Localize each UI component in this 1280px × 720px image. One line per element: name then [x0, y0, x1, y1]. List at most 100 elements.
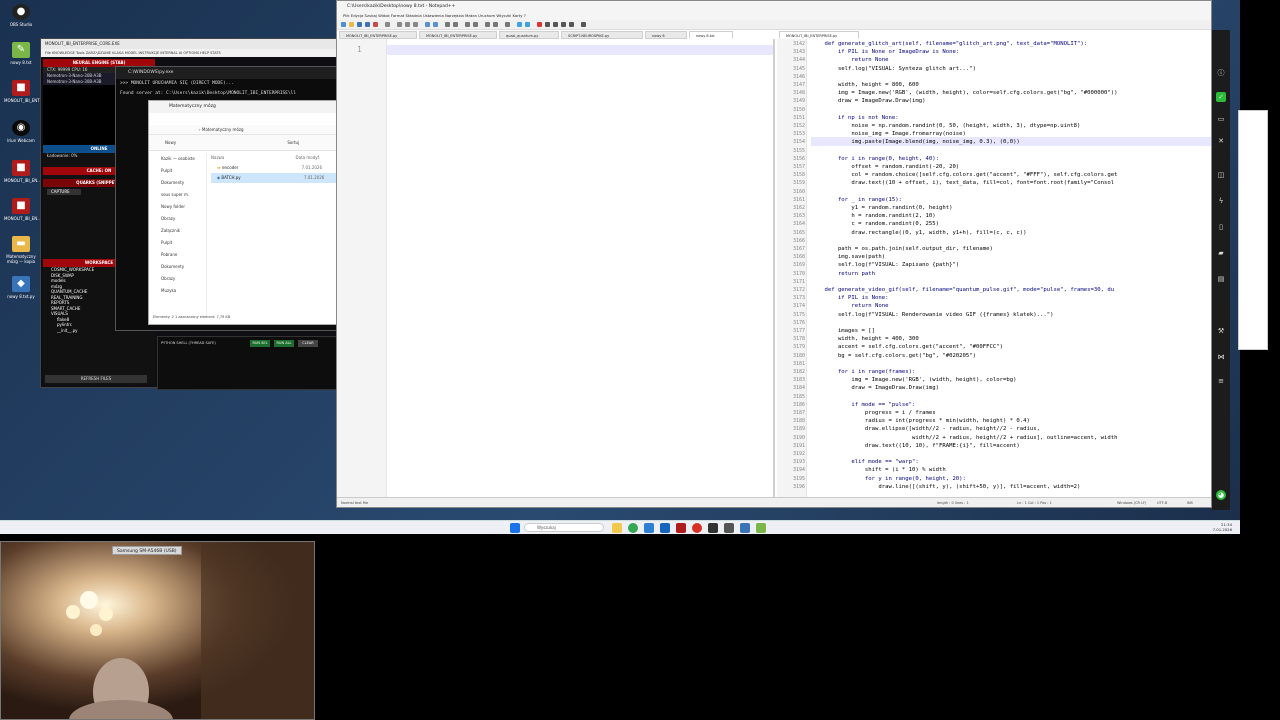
file-row[interactable]: ◆ BATCH.py 7.01.2026	[211, 173, 337, 183]
opera-taskbar-icon[interactable]	[692, 523, 702, 533]
explorer-breadcrumb[interactable]: › Matematyczny mózg	[149, 125, 339, 135]
nav-item[interactable]: Pulpit	[149, 165, 206, 177]
check-icon[interactable]: ✓	[1216, 92, 1226, 102]
monolit-shortcut-2[interactable]: ■ MONOLIT_IBI_EN...	[4, 160, 41, 183]
line-number-gutter: 1	[337, 39, 387, 497]
store-taskbar-icon[interactable]	[644, 523, 654, 533]
matematyczny-mozg-shortcut[interactable]: ▬ Matematyczny mózg — kopia	[4, 236, 38, 264]
nav-item[interactable]: Dokumenty	[149, 177, 206, 189]
col-date[interactable]: Data modyf.	[296, 155, 320, 160]
tab-item[interactable]: quasi_quantum.py	[499, 31, 559, 39]
close-icon[interactable]	[373, 22, 378, 27]
clock[interactable]: 21:34 7.01.2026	[1213, 522, 1232, 532]
tab-item[interactable]: MONOLIT_IBI_ENTERPRISE.py	[339, 31, 417, 39]
run-all-button[interactable]: RUN ALL	[274, 340, 294, 347]
cut-icon[interactable]	[397, 22, 402, 27]
code-line: if np is not None:	[811, 114, 899, 121]
close-icon[interactable]: ✕	[1216, 136, 1226, 146]
doc-map-icon[interactable]	[517, 22, 522, 27]
nav-item[interactable]: Kazik — osobiste	[149, 153, 206, 165]
undo-icon[interactable]	[425, 22, 430, 27]
nav-item[interactable]: seus super m.	[149, 189, 206, 201]
function-list-icon[interactable]	[525, 22, 530, 27]
iriun-webcam-shortcut[interactable]: ◉ Iriun Webcam	[4, 120, 38, 143]
nav-item[interactable]: Pulpit	[149, 237, 206, 249]
nav-item[interactable]: Pobrane	[149, 249, 206, 261]
python-taskbar-icon[interactable]	[740, 523, 750, 533]
explorer-taskbar-icon[interactable]	[612, 523, 622, 533]
copy-icon[interactable]	[405, 22, 410, 27]
line-number: 3195	[792, 475, 805, 482]
zoom-in-icon[interactable]	[465, 22, 470, 27]
paste-icon[interactable]	[413, 22, 418, 27]
monolit-taskbar-icon[interactable]	[676, 523, 686, 533]
nav-item[interactable]: Załącznik	[149, 225, 206, 237]
new-button[interactable]: Nowy	[165, 140, 176, 145]
nav-item[interactable]: Muzyka	[149, 285, 206, 297]
file-row[interactable]: ▬ encoder 7.01.2026	[211, 163, 337, 173]
stop-macro-icon[interactable]	[545, 22, 550, 27]
nowy-8-txt-shortcut[interactable]: ✎ nowy 8.txt	[4, 42, 38, 65]
clear-button[interactable]: CLEAR	[298, 340, 318, 347]
save-all-icon[interactable]	[365, 22, 370, 27]
share-icon[interactable]: ⋈	[1216, 352, 1226, 362]
tab-item[interactable]: nowy 6	[645, 31, 687, 39]
nav-item[interactable]: Nowy folder	[149, 201, 206, 213]
start-icon[interactable]	[510, 523, 520, 533]
chat-icon[interactable]: ▰	[1216, 248, 1226, 258]
code-area[interactable]: def generate_glitch_art(self, filename="…	[811, 39, 1211, 497]
play-macro-icon[interactable]	[553, 22, 558, 27]
open-file-icon[interactable]	[349, 22, 354, 27]
taskbar-search[interactable]: Wyszukaj	[524, 523, 604, 532]
capture-button[interactable]: CAPTURE	[47, 189, 81, 195]
run-icon[interactable]	[581, 22, 586, 27]
info-icon[interactable]: ⓘ	[1216, 68, 1226, 78]
edge-taskbar-icon[interactable]	[660, 523, 670, 533]
tab-item[interactable]: SCRIPT-NEUROSPIKE.py	[561, 31, 643, 39]
refresh-files-button[interactable]: REFRESH FILES	[45, 375, 147, 383]
col-name[interactable]: Nazwa	[211, 155, 224, 160]
nav-item[interactable]: Obrazy	[149, 213, 206, 225]
zoom-out-icon[interactable]	[473, 22, 478, 27]
left-editor-pane[interactable]: 1	[337, 39, 775, 497]
capture-icon[interactable]: ◫	[1216, 170, 1226, 180]
webcam-label[interactable]: Samsung SM-A546B (USB)	[112, 546, 182, 555]
save-macro-icon[interactable]	[569, 22, 574, 27]
nav-item[interactable]: Dokumenty	[149, 261, 206, 273]
hd-icon[interactable]: ▤	[1216, 274, 1226, 284]
tab-right-active[interactable]: MONOLIT_IBI_ENTERPRISE.py	[779, 31, 859, 39]
right-editor-pane[interactable]: 3142 3143 3144 3145 3146 3147 3148 3149 3150 3151…	[777, 39, 1211, 497]
whatsapp-icon[interactable]: ◕	[1216, 490, 1226, 500]
wrench-icon[interactable]: ⚒	[1216, 326, 1226, 336]
word-wrap-icon[interactable]	[493, 22, 498, 27]
find-icon[interactable]	[445, 22, 450, 27]
run-macro-icon[interactable]	[561, 22, 566, 27]
console-taskbar-icon[interactable]	[724, 523, 734, 533]
menu-icon[interactable]: ≡	[1216, 376, 1226, 386]
npp-menubar[interactable]: Plik Edycja Szukaj Widok Format Składnia…	[337, 12, 1211, 20]
window-icon[interactable]: ▭	[1216, 114, 1226, 124]
indent-guide-icon[interactable]	[505, 22, 510, 27]
notepad-taskbar-icon[interactable]	[756, 523, 766, 533]
obs-studio-shortcut[interactable]: ● OBS Studio	[4, 4, 38, 27]
save-icon[interactable]	[357, 22, 362, 27]
monolit-shortcut-3[interactable]: ■ MONOLIT_IBI_EN...	[4, 198, 41, 221]
monolit-menubar[interactable]: File KNOWLEDGE Tools ZARZĄDZANIE KLASA M…	[41, 49, 339, 57]
flash-icon[interactable]: ϟ	[1216, 196, 1226, 206]
print-icon[interactable]	[385, 22, 390, 27]
monolit-shortcut[interactable]: ■ MONOLIT_IBI_ENTERPRISE	[4, 80, 56, 103]
nav-item[interactable]: Obrazy	[149, 273, 206, 285]
record-macro-icon[interactable]	[537, 22, 542, 27]
tab-item[interactable]: MONOLIT_IBI_ENTERPRISE.py	[419, 31, 497, 39]
sort-button[interactable]: Sortuj	[287, 140, 299, 145]
redo-icon[interactable]	[433, 22, 438, 27]
new-file-icon[interactable]	[341, 22, 346, 27]
tab-active[interactable]: nowy 8.txt	[689, 31, 733, 39]
obs-taskbar-icon[interactable]	[708, 523, 718, 533]
sync-scroll-icon[interactable]	[485, 22, 490, 27]
run-sel-button[interactable]: RUN SEL	[250, 340, 270, 347]
nowy-8-py-shortcut[interactable]: ◆ nowy 8.txt.py	[4, 276, 38, 299]
phone-icon[interactable]: ▯	[1216, 222, 1226, 232]
replace-icon[interactable]	[453, 22, 458, 27]
chrome-taskbar-icon[interactable]	[628, 523, 638, 533]
